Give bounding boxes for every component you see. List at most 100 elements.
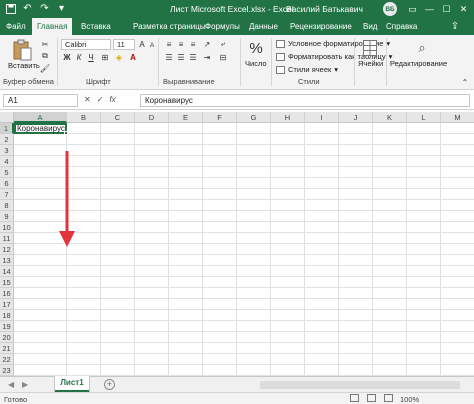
row-header-16[interactable]: 16 xyxy=(0,288,14,299)
spreadsheet-grid[interactable]: Коронавирус A B C D E F G H I J K L M 1 2 3 4 5 6 7 8 9 10 11 12… xyxy=(0,112,474,376)
italic-icon[interactable]: К xyxy=(74,52,84,62)
maximize-icon[interactable]: ☐ xyxy=(438,0,455,18)
column-header-b[interactable]: B xyxy=(67,112,101,123)
column-header-l[interactable]: L xyxy=(407,112,441,123)
editing-button[interactable]: Редактирование xyxy=(390,59,447,68)
cells-icon[interactable] xyxy=(362,39,378,57)
row-header-23[interactable]: 23 xyxy=(0,365,14,376)
fill-handle[interactable] xyxy=(64,131,68,135)
column-header-g[interactable]: G xyxy=(237,112,271,123)
horizontal-scrollbar[interactable] xyxy=(260,381,460,389)
cell-area[interactable]: Коронавирус xyxy=(14,123,474,376)
row-header-6[interactable]: 6 xyxy=(0,178,14,189)
decrease-font-icon[interactable]: A xyxy=(147,40,157,50)
bold-icon[interactable]: Ж xyxy=(62,52,72,62)
align-left-icon[interactable]: ☰ xyxy=(164,52,174,62)
tab-insert[interactable]: Вставка xyxy=(81,18,111,35)
row-header-2[interactable]: 2 xyxy=(0,134,14,145)
cells-button[interactable]: Ячейки xyxy=(358,59,383,68)
ribbon-display-options-icon[interactable]: ▭ xyxy=(404,0,421,18)
row-header-22[interactable]: 22 xyxy=(0,354,14,365)
orientation-icon[interactable]: ↗ xyxy=(202,39,212,49)
merge-center-icon[interactable]: ⊟ xyxy=(218,52,228,62)
cancel-icon[interactable]: ✕ xyxy=(84,95,91,104)
tab-view[interactable]: Вид xyxy=(363,18,377,35)
name-box[interactable]: A1 xyxy=(3,94,78,107)
tab-formulas[interactable]: Формулы xyxy=(205,18,240,35)
close-icon[interactable]: ✕ xyxy=(455,0,472,18)
enter-icon[interactable]: ✓ xyxy=(97,95,104,104)
row-header-7[interactable]: 7 xyxy=(0,189,14,200)
fill-color-icon[interactable]: ◈ xyxy=(114,52,124,62)
avatar[interactable]: ВБ xyxy=(383,2,397,16)
row-header-4[interactable]: 4 xyxy=(0,156,14,167)
copy-icon[interactable]: ⧉ xyxy=(40,51,50,61)
indent-icon[interactable]: ⇥ xyxy=(202,52,212,62)
font-size-select[interactable]: 11 xyxy=(113,39,135,50)
row-header-17[interactable]: 17 xyxy=(0,299,14,310)
tab-file[interactable]: Файл xyxy=(6,18,26,35)
row-header-9[interactable]: 9 xyxy=(0,211,14,222)
row-header-12[interactable]: 12 xyxy=(0,244,14,255)
tab-page-layout[interactable]: Разметка страницы xyxy=(133,18,206,35)
underline-icon[interactable]: Ч xyxy=(86,52,96,62)
paste-icon[interactable] xyxy=(10,39,34,61)
minimize-icon[interactable]: — xyxy=(421,0,438,18)
cut-icon[interactable]: ✂ xyxy=(40,39,50,49)
percent-icon[interactable]: % xyxy=(247,39,265,57)
row-header-8[interactable]: 8 xyxy=(0,200,14,211)
column-header-c[interactable]: C xyxy=(101,112,135,123)
font-color-icon[interactable]: A xyxy=(128,52,138,62)
tab-review[interactable]: Рецензирование xyxy=(290,18,352,35)
column-header-e[interactable]: E xyxy=(169,112,203,123)
column-header-i[interactable]: I xyxy=(305,112,339,123)
row-header-14[interactable]: 14 xyxy=(0,266,14,277)
page-layout-view-icon[interactable] xyxy=(367,394,376,402)
next-sheet-icon[interactable]: ▶ xyxy=(22,380,28,389)
sheet-tab-1[interactable]: Лист1 xyxy=(55,376,89,392)
normal-view-icon[interactable] xyxy=(350,394,359,402)
increase-font-icon[interactable]: A xyxy=(137,39,147,49)
zoom-level[interactable]: 100% xyxy=(400,395,419,404)
cell-a1[interactable]: Коронавирус xyxy=(14,123,67,134)
column-header-a[interactable]: A xyxy=(14,112,67,123)
align-middle-icon[interactable]: ≡ xyxy=(176,39,186,49)
row-header-21[interactable]: 21 xyxy=(0,343,14,354)
column-header-f[interactable]: F xyxy=(203,112,237,123)
paste-button[interactable]: Вставить xyxy=(8,61,40,70)
prev-sheet-icon[interactable]: ◀ xyxy=(8,380,14,389)
insert-function-icon[interactable]: fx xyxy=(109,95,115,104)
borders-icon[interactable]: ⊞ xyxy=(100,52,110,62)
align-bottom-icon[interactable]: ≡ xyxy=(188,39,198,49)
share-icon[interactable]: ⇪ xyxy=(440,20,470,33)
column-header-d[interactable]: D xyxy=(135,112,169,123)
font-name-select[interactable]: Calibri xyxy=(61,39,111,50)
row-header-13[interactable]: 13 xyxy=(0,255,14,266)
add-sheet-icon[interactable]: + xyxy=(104,379,115,390)
customize-qat-icon[interactable]: ▾ xyxy=(55,2,68,15)
page-break-view-icon[interactable] xyxy=(384,394,393,402)
number-format-button[interactable]: Число xyxy=(245,59,267,68)
column-header-h[interactable]: H xyxy=(271,112,305,123)
cell-styles-button[interactable]: Стили ячеек ▾ xyxy=(276,65,338,74)
align-right-icon[interactable]: ☰ xyxy=(188,52,198,62)
search-icon[interactable]: ⌕ xyxy=(414,39,430,57)
select-all-corner[interactable] xyxy=(0,112,14,123)
redo-icon[interactable]: ↷ xyxy=(38,2,51,15)
row-header-20[interactable]: 20 xyxy=(0,332,14,343)
align-center-icon[interactable]: ☰ xyxy=(176,52,186,62)
row-header-1[interactable]: 1 xyxy=(0,123,14,134)
column-header-k[interactable]: K xyxy=(373,112,407,123)
tab-home[interactable]: Главная xyxy=(32,18,73,35)
undo-icon[interactable]: ↶ xyxy=(21,2,34,15)
row-header-11[interactable]: 11 xyxy=(0,233,14,244)
wrap-text-icon[interactable]: ⤶ xyxy=(218,39,228,49)
save-icon[interactable] xyxy=(4,2,17,15)
format-painter-icon[interactable]: 🖌 xyxy=(40,63,50,73)
user-name[interactable]: Василий Батькавич xyxy=(286,4,363,14)
tab-help[interactable]: Справка xyxy=(386,18,417,35)
align-top-icon[interactable]: ≡ xyxy=(164,39,174,49)
tab-data[interactable]: Данные xyxy=(249,18,278,35)
collapse-ribbon-icon[interactable]: ⌃ xyxy=(460,77,470,87)
column-header-j[interactable]: J xyxy=(339,112,373,123)
